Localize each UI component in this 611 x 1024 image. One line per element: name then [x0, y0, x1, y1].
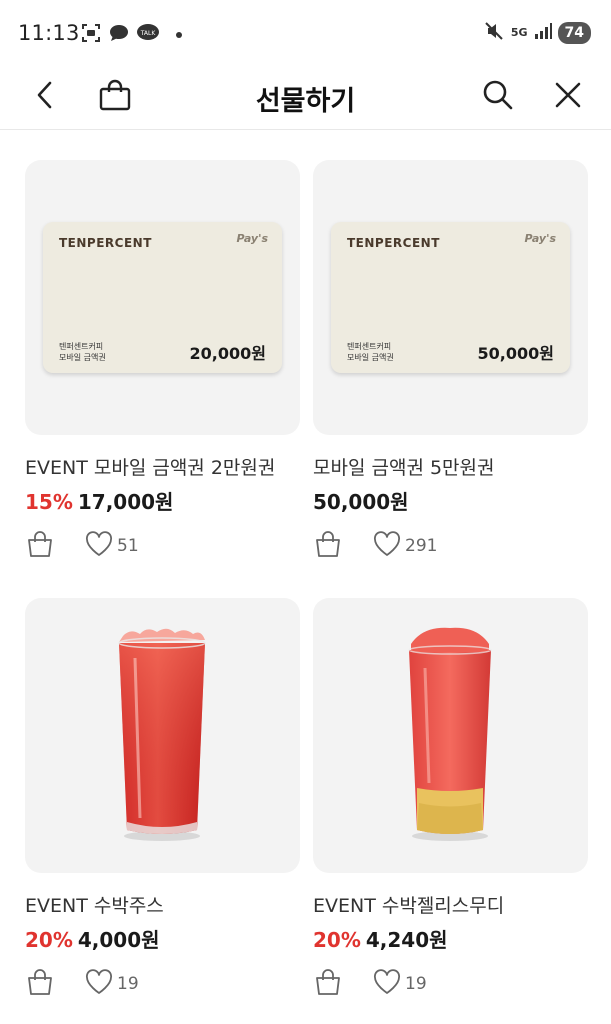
watermelon-smoothie-image: [313, 598, 588, 873]
watermelon-juice-image: [25, 598, 300, 873]
discount-rate: 15%: [25, 490, 73, 514]
gift-card-image: TENPERCENT Pay's 텐퍼센트커피 모바일 금액권 20,000원: [43, 222, 282, 373]
product-price-row: 20% 4,240원: [313, 924, 448, 953]
shopping-bag-icon: [26, 530, 54, 562]
status-time: 11:13: [18, 21, 80, 45]
add-to-bag-button[interactable]: [25, 969, 55, 999]
like-button[interactable]: 19: [85, 969, 139, 999]
like-button[interactable]: 19: [373, 969, 427, 999]
product-actions: 19: [25, 968, 139, 1000]
product-name[interactable]: EVENT 수박주스: [25, 891, 164, 918]
like-count: 51: [117, 536, 139, 556]
product-price-row: 15% 17,000원: [25, 486, 173, 515]
search-icon: [482, 79, 514, 115]
like-count: 19: [405, 974, 427, 994]
notification-icons: TALK: [80, 22, 182, 48]
more-notifications-dot: [176, 32, 182, 38]
gift-card-line2: 모바일 금액권: [59, 353, 106, 362]
page-title: 선물하기: [255, 86, 356, 117]
gift-card-pay-logo: Pay's: [524, 232, 556, 245]
shopping-bag-icon: [314, 530, 342, 562]
network-5g-icon: 5G: [510, 26, 528, 39]
product-thumbnail[interactable]: TENPERCENT Pay's 텐퍼센트커피 모바일 금액권 20,000원: [25, 160, 300, 435]
discount-rate: 20%: [25, 928, 73, 952]
like-button[interactable]: 51: [85, 531, 139, 561]
gift-card-line2: 모바일 금액권: [347, 353, 394, 362]
close-icon: [554, 81, 582, 113]
product-price: 17,000원: [77, 490, 174, 514]
screenshot-icon: [80, 22, 102, 48]
gift-card-amount: 20,000원: [189, 344, 266, 363]
network-label: 5G: [510, 26, 528, 39]
add-to-bag-button[interactable]: [25, 531, 55, 561]
add-to-bag-button[interactable]: [313, 969, 343, 999]
product-name[interactable]: 모바일 금액권 5만원권: [313, 453, 495, 480]
product-thumbnail[interactable]: [313, 598, 588, 873]
app-header: 선물하기: [0, 64, 611, 130]
product-card[interactable]: TENPERCENT Pay's 텐퍼센트커피 모바일 금액권 50,000원 …: [313, 160, 588, 598]
gift-card-brand: TENPERCENT: [347, 236, 440, 250]
product-name[interactable]: EVENT 모바일 금액권 2만원권: [25, 453, 275, 480]
status-bar: 11:13 TALK 5G 74: [0, 0, 611, 64]
mute-icon: [483, 20, 505, 46]
product-card[interactable]: EVENT 수박젤리스무디 20% 4,240원 19: [313, 598, 588, 1024]
like-button[interactable]: 291: [373, 531, 437, 561]
close-button[interactable]: [547, 76, 589, 118]
product-grid: TENPERCENT Pay's 텐퍼센트커피 모바일 금액권 20,000원 …: [25, 160, 588, 1024]
discount-rate: 20%: [313, 928, 361, 952]
add-to-bag-button[interactable]: [313, 531, 343, 561]
shopping-bag-icon: [314, 968, 342, 1000]
product-price: 4,240원: [365, 928, 448, 952]
product-actions: 51: [25, 530, 139, 562]
gift-card-line1: 텐퍼센트커피: [347, 342, 392, 351]
gift-card-line1: 텐퍼센트커피: [59, 342, 104, 351]
gift-card-pay-logo: Pay's: [236, 232, 268, 245]
gift-card-brand: TENPERCENT: [59, 236, 152, 250]
heart-icon: [373, 969, 401, 999]
product-price-row: 20% 4,000원: [25, 924, 160, 953]
gift-card-amount: 50,000원: [477, 344, 554, 363]
heart-icon: [85, 969, 113, 999]
product-name[interactable]: EVENT 수박젤리스무디: [313, 891, 504, 918]
heart-icon: [373, 531, 401, 561]
signal-icon: [534, 22, 552, 44]
like-count: 291: [405, 536, 438, 556]
product-actions: 19: [313, 968, 427, 1000]
product-price: 4,000원: [77, 928, 160, 952]
product-thumbnail[interactable]: TENPERCENT Pay's 텐퍼센트커피 모바일 금액권 50,000원: [313, 160, 588, 435]
heart-icon: [85, 531, 113, 561]
gift-card-image: TENPERCENT Pay's 텐퍼센트커피 모바일 금액권 50,000원: [331, 222, 570, 373]
shopping-bag-icon: [26, 968, 54, 1000]
svg-text:TALK: TALK: [140, 30, 157, 37]
product-price-row: 50,000원: [313, 486, 409, 515]
battery-indicator: 74: [557, 22, 591, 44]
like-count: 19: [117, 974, 139, 994]
product-actions: 291: [313, 530, 437, 562]
search-button[interactable]: [477, 76, 519, 118]
talk-icon: TALK: [136, 22, 160, 48]
product-thumbnail[interactable]: [25, 598, 300, 873]
product-price: 50,000원: [313, 490, 409, 514]
product-card[interactable]: TENPERCENT Pay's 텐퍼센트커피 모바일 금액권 20,000원 …: [25, 160, 300, 598]
product-card[interactable]: EVENT 수박주스 20% 4,000원 19: [25, 598, 300, 1024]
system-icons: 5G 74: [483, 20, 591, 46]
message-icon: [108, 22, 130, 48]
